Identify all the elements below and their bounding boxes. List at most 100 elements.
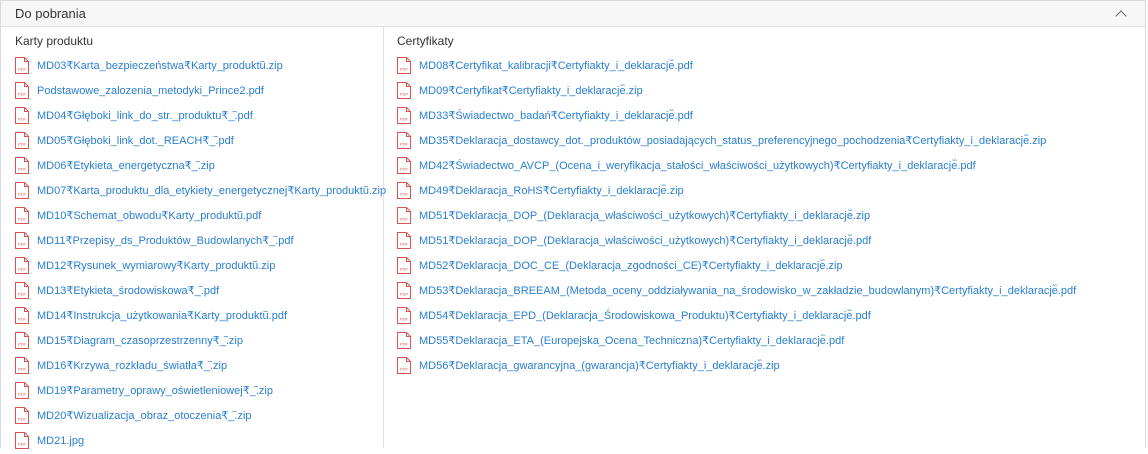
svg-text:PDF: PDF xyxy=(18,267,27,272)
file-link[interactable]: MD05₹Głęboki_link_dot._REACH₹_᷈.pdf xyxy=(37,134,234,147)
file-link[interactable]: MD53₹Deklaracja_BREEAM_(Metoda_oceny_odd… xyxy=(419,284,1076,297)
pdf-file-icon: PDF xyxy=(15,357,29,374)
file-item: PDF MD56₹Deklaracja_gwarancyjna_(gwarancj… xyxy=(397,353,1145,378)
file-link[interactable]: MD14₹Instrukcja_użytkowania₹Karty_produk… xyxy=(37,309,287,322)
file-item: PDF MD09₹Certyfikat₹Certyfiakty_i_deklara… xyxy=(397,78,1145,103)
certificates-column: Certyfikaty PDF MD08₹Certyfikat_kalibracj… xyxy=(384,27,1145,448)
file-item: PDF MD11₹Przepisy_ds_Produktów_Budowlanyc… xyxy=(15,228,383,253)
file-item: PDF MD04₹Głęboki_link_do_str._produktu₹_᷈… xyxy=(15,103,383,128)
file-link[interactable]: MD51₹Deklaracja_DOP_(Deklaracja_właściwo… xyxy=(419,234,871,247)
file-link[interactable]: MD55₹Deklaracja_ETA_(Europejska_Ocena_Te… xyxy=(419,334,844,347)
svg-text:PDF: PDF xyxy=(18,342,27,347)
file-link[interactable]: MD10₹Schemat_obwodu₹Karty_produktu᷈.pdf xyxy=(37,209,261,222)
svg-text:PDF: PDF xyxy=(18,417,27,422)
file-link[interactable]: MD13₹Etykieta_środowiskowa₹_᷈.pdf xyxy=(37,284,219,297)
pdf-file-icon: PDF xyxy=(15,82,29,99)
product-sheets-column: Karty produktu PDF MD03₹Karta_bezpieczeńs… xyxy=(1,27,386,449)
svg-text:PDF: PDF xyxy=(18,67,27,72)
file-item: PDF MD42₹Świadectwo_AVCP_(Ocena_i_weryfik… xyxy=(397,153,1145,178)
svg-text:PDF: PDF xyxy=(400,342,409,347)
file-link[interactable]: MD56₹Deklaracja_gwarancyjna_(gwarancja)₹… xyxy=(419,359,780,372)
file-item: PDF MD16₹Krzywa_rozkładu_światła₹_᷈.zip xyxy=(15,353,383,378)
pdf-file-icon: PDF xyxy=(15,407,29,424)
file-link[interactable]: MD20₹Wizualizacja_obraz_otoczenia₹_᷈.zip xyxy=(37,409,252,422)
file-link[interactable]: MD03₹Karta_bezpieczeństwa₹Karty_produktu… xyxy=(37,59,283,72)
file-item: PDF MD10₹Schemat_obwodu₹Karty_produktu᷈.p… xyxy=(15,203,383,228)
file-link[interactable]: MD42₹Świadectwo_AVCP_(Ocena_i_weryfikacj… xyxy=(419,159,976,172)
file-item: PDF Podstawowe_zalozenia_metodyki_Prince2… xyxy=(15,78,383,103)
pdf-file-icon: PDF xyxy=(15,282,29,299)
file-item: PDF MD51₹Deklaracja_DOP_(Deklaracja_właśc… xyxy=(397,203,1145,228)
pdf-file-icon: PDF xyxy=(15,382,29,399)
file-item: PDF MD13₹Etykieta_środowiskowa₹_᷈.pdf xyxy=(15,278,383,303)
file-item: PDF MD51₹Deklaracja_DOP_(Deklaracja_właśc… xyxy=(397,228,1145,253)
file-link[interactable]: MD51₹Deklaracja_DOP_(Deklaracja_właściwo… xyxy=(419,209,870,222)
svg-text:PDF: PDF xyxy=(18,167,27,172)
pdf-file-icon: PDF xyxy=(397,157,411,174)
pdf-file-icon: PDF xyxy=(397,307,411,324)
file-item: PDF MD14₹Instrukcja_użytkowania₹Karty_pro… xyxy=(15,303,383,328)
pdf-file-icon: PDF xyxy=(15,57,29,74)
panel-header[interactable]: Do pobrania xyxy=(1,1,1145,27)
pdf-file-icon: PDF xyxy=(397,57,411,74)
file-link[interactable]: MD52₹Deklaracja_DOC_CE_(Deklaracja_zgodn… xyxy=(419,259,843,272)
certificates-list: PDF MD08₹Certyfikat_kalibracji₹Certyfiakt… xyxy=(397,53,1145,378)
downloads-panel: Do pobrania Karty produktu PDF MD03₹Karta… xyxy=(0,0,1146,449)
file-link[interactable]: MD16₹Krzywa_rozkładu_światła₹_᷈.zip xyxy=(37,359,227,372)
pdf-file-icon: PDF xyxy=(15,432,29,449)
file-item: PDF MD54₹Deklaracja_EPD_(Deklaracja_Środo… xyxy=(397,303,1145,328)
file-link[interactable]: MD08₹Certyfikat_kalibracji₹Certyfiakty_i… xyxy=(419,59,693,72)
file-link[interactable]: MD19₹Parametry_oprawy_oświetleniowej₹_᷈.… xyxy=(37,384,273,397)
file-item: PDF MD49₹Deklaracja_RoHS₹Certyfiakty_i_de… xyxy=(397,178,1145,203)
file-link[interactable]: MD49₹Deklaracja_RoHS₹Certyfiakty_i_dekla… xyxy=(419,184,684,197)
file-item: PDF MD06₹Etykieta_energetyczna₹_᷈.zip xyxy=(15,153,383,178)
svg-text:PDF: PDF xyxy=(18,242,27,247)
file-link[interactable]: MD21.jpg xyxy=(37,435,84,447)
file-link[interactable]: MD06₹Etykieta_energetyczna₹_᷈.zip xyxy=(37,159,215,172)
svg-text:PDF: PDF xyxy=(400,67,409,72)
pdf-file-icon: PDF xyxy=(397,232,411,249)
certificates-heading: Certyfikaty xyxy=(397,34,454,48)
pdf-file-icon: PDF xyxy=(15,157,29,174)
file-link[interactable]: MD35₹Deklaracja_dostawcy_dot._produktów_… xyxy=(419,134,1046,147)
file-item: PDF MD03₹Karta_bezpieczeństwa₹Karty_produ… xyxy=(15,53,383,78)
columns: Karty produktu PDF MD03₹Karta_bezpieczeńs… xyxy=(1,27,1145,449)
file-item: PDF MD07₹Karta_produktu_dla_etykiety_ener… xyxy=(15,178,386,203)
file-link[interactable]: Podstawowe_zalozenia_metodyki_Prince2.pd… xyxy=(37,85,264,97)
svg-text:PDF: PDF xyxy=(18,392,27,397)
pdf-file-icon: PDF xyxy=(397,332,411,349)
file-item: PDF MD12₹Rysunek_wymiarowy₹Karty_produktu… xyxy=(15,253,383,278)
pdf-file-icon: PDF xyxy=(397,182,411,199)
svg-text:PDF: PDF xyxy=(400,242,409,247)
svg-text:PDF: PDF xyxy=(18,92,27,97)
file-item: PDF MD35₹Deklaracja_dostawcy_dot._produkt… xyxy=(397,128,1145,153)
pdf-file-icon: PDF xyxy=(397,282,411,299)
product-sheets-heading: Karty produktu xyxy=(15,34,94,48)
svg-text:PDF: PDF xyxy=(400,217,409,222)
svg-text:PDF: PDF xyxy=(400,317,409,322)
file-item: PDF MD05₹Głęboki_link_dot._REACH₹_᷈.pdf xyxy=(15,128,383,153)
file-link[interactable]: MD07₹Karta_produktu_dla_etykiety_energet… xyxy=(37,184,386,197)
pdf-file-icon: PDF xyxy=(15,132,29,149)
file-link[interactable]: MD11₹Przepisy_ds_Produktów_Budowlanych₹_… xyxy=(37,234,294,247)
file-link[interactable]: MD15₹Diagram_czasoprzestrzenny₹_᷈.zip xyxy=(37,334,243,347)
file-item: PDF MD55₹Deklaracja_ETA_(Europejska_Ocena… xyxy=(397,328,1145,353)
file-link[interactable]: MD33₹Świadectwo_badań₹Certyfiakty_i_dekl… xyxy=(419,109,693,122)
chevron-up-icon[interactable] xyxy=(1115,9,1127,22)
pdf-file-icon: PDF xyxy=(397,207,411,224)
file-link[interactable]: MD54₹Deklaracja_EPD_(Deklaracja_Środowis… xyxy=(419,309,871,322)
svg-text:PDF: PDF xyxy=(400,367,409,372)
file-link[interactable]: MD12₹Rysunek_wymiarowy₹Karty_produktu᷈.z… xyxy=(37,259,275,272)
file-link[interactable]: MD09₹Certyfikat₹Certyfiakty_i_deklaracje… xyxy=(419,84,643,97)
pdf-file-icon: PDF xyxy=(397,107,411,124)
svg-text:PDF: PDF xyxy=(400,142,409,147)
panel-title: Do pobrania xyxy=(15,6,86,21)
svg-text:PDF: PDF xyxy=(18,442,27,447)
svg-text:PDF: PDF xyxy=(400,192,409,197)
file-link[interactable]: MD04₹Głęboki_link_do_str._produktu₹_᷈.pd… xyxy=(37,109,253,122)
svg-text:PDF: PDF xyxy=(18,117,27,122)
file-item: PDF MD53₹Deklaracja_BREEAM_(Metoda_oceny_… xyxy=(397,278,1145,303)
pdf-file-icon: PDF xyxy=(15,257,29,274)
file-item: PDF MD19₹Parametry_oprawy_oświetleniowej₹… xyxy=(15,378,383,403)
file-item: PDF MD33₹Świadectwo_badań₹Certyfiakty_i_d… xyxy=(397,103,1145,128)
